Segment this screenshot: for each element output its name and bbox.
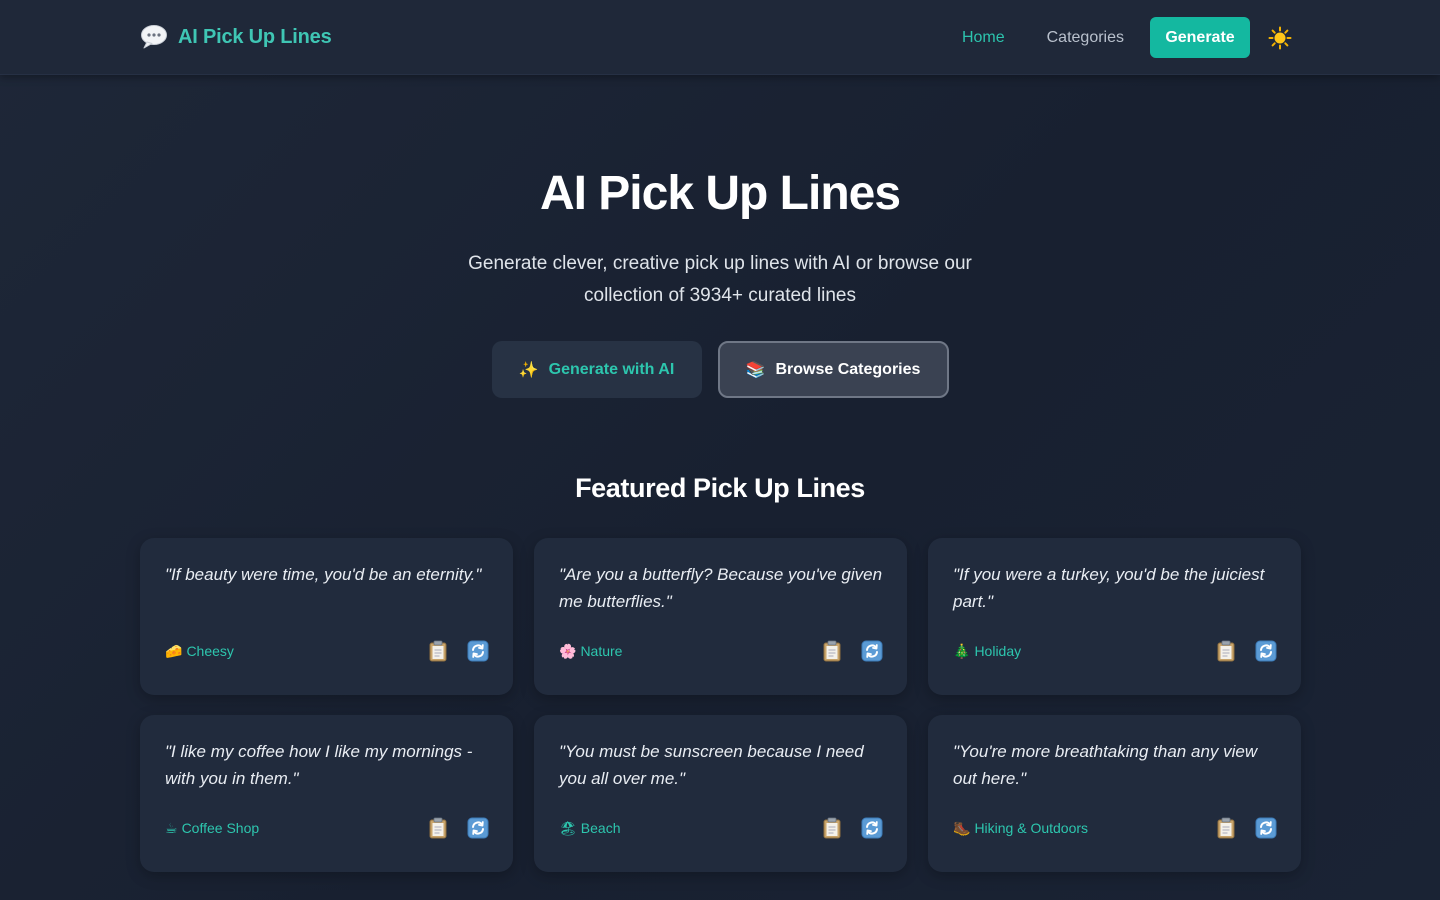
refresh-icon[interactable] [861, 817, 883, 839]
generate-with-ai-label: Generate with AI [548, 360, 675, 378]
clipboard-icon[interactable] [821, 640, 843, 662]
category-icon: 🏖 [559, 819, 577, 836]
category-icon: 🎄 [953, 642, 971, 659]
category-label: Nature [580, 643, 623, 659]
clipboard-icon[interactable] [427, 817, 449, 839]
card-actions [427, 817, 489, 839]
pickup-line-quote: "You must be sunscreen because I need yo… [559, 742, 864, 788]
pickup-line-quote: "If you were a turkey, you'd be the juic… [953, 565, 1265, 611]
card-actions [1215, 817, 1277, 839]
card-footer: 🥾 Hiking & Outdoors [953, 816, 1277, 840]
category-icon: 🧀 [165, 642, 183, 659]
card-footer: 🌸 Nature [559, 639, 883, 663]
category-label: Hiking & Outdoors [974, 820, 1089, 836]
clipboard-icon[interactable] [821, 817, 843, 839]
sun-icon[interactable] [1268, 26, 1292, 50]
card-actions [1215, 640, 1277, 662]
books-icon: 📚 [745, 361, 766, 379]
category-tag[interactable]: 🎄 Holiday [953, 643, 1021, 660]
browse-categories-label: Browse Categories [775, 360, 921, 378]
category-tag[interactable]: ☕ Coffee Shop [165, 820, 259, 837]
card-footer: 🧀 Cheesy [165, 639, 489, 663]
main-nav: Home Categories Generate [962, 17, 1292, 58]
card-footer: 🏖 Beach [559, 816, 883, 840]
nav-generate-button[interactable]: Generate [1150, 17, 1250, 58]
hero-actions: ✨ Generate with AI 📚 Browse Categories [0, 341, 1440, 398]
category-label: Cheesy [186, 643, 234, 659]
refresh-icon[interactable] [467, 640, 489, 662]
card-footer: ☕ Coffee Shop [165, 816, 489, 840]
pickup-line-card: "If you were a turkey, you'd be the juic… [928, 538, 1301, 695]
refresh-icon[interactable] [1255, 817, 1277, 839]
nav-categories-link[interactable]: Categories [1047, 29, 1124, 47]
sparkles-icon: ✨ [518, 361, 539, 379]
card-footer: 🎄 Holiday [953, 639, 1277, 663]
generate-with-ai-button[interactable]: ✨ Generate with AI [491, 341, 702, 398]
card-actions [821, 640, 883, 662]
category-tag[interactable]: 🌸 Nature [559, 643, 622, 660]
pickup-line-quote: "I like my coffee how I like my mornings… [165, 742, 473, 788]
hero-title: AI Pick Up Lines [539, 167, 901, 220]
refresh-icon[interactable] [467, 817, 489, 839]
browse-categories-button[interactable]: 📚 Browse Categories [717, 341, 949, 398]
clipboard-icon[interactable] [427, 640, 449, 662]
brand[interactable]: AI Pick Up Lines [140, 20, 332, 54]
pickup-line-quote: "If beauty were time, you'd be an eterni… [165, 565, 482, 584]
top-navbar: AI Pick Up Lines Home Categories Generat… [0, 0, 1440, 75]
refresh-icon[interactable] [861, 640, 883, 662]
clipboard-icon[interactable] [1215, 817, 1237, 839]
category-icon: 🌸 [559, 642, 577, 659]
category-tag[interactable]: 🥾 Hiking & Outdoors [953, 820, 1088, 837]
hero-subtitle: Generate clever, creative pick up lines … [468, 253, 972, 306]
pickup-line-card: "Are you a butterfly? Because you've giv… [534, 538, 907, 695]
pickup-line-card: "You're more breathtaking than any view … [928, 715, 1301, 872]
card-actions [821, 817, 883, 839]
category-tag[interactable]: 🧀 Cheesy [165, 643, 234, 660]
featured-lines-grid: "If beauty were time, you'd be an eterni… [140, 538, 1301, 872]
category-icon: 🥾 [953, 819, 971, 836]
pickup-line-card: "If beauty were time, you'd be an eterni… [140, 538, 513, 695]
nav-home-link[interactable]: Home [962, 29, 1005, 47]
pickup-line-quote: "You're more breathtaking than any view … [953, 742, 1258, 788]
pickup-line-quote: "Are you a butterfly? Because you've giv… [559, 565, 883, 611]
refresh-icon[interactable] [1255, 640, 1277, 662]
speech-bubble-icon [140, 24, 168, 50]
clipboard-icon[interactable] [1215, 640, 1237, 662]
category-icon: ☕ [165, 819, 178, 836]
pickup-line-card: "I like my coffee how I like my mornings… [140, 715, 513, 872]
category-label: Beach [580, 820, 621, 836]
brand-title: AI Pick Up Lines [178, 25, 332, 48]
featured-title: Featured Pick Up Lines [575, 473, 865, 503]
pickup-line-card: "You must be sunscreen because I need yo… [534, 715, 907, 872]
card-actions [427, 640, 489, 662]
category-label: Holiday [974, 643, 1022, 659]
category-tag[interactable]: 🏖 Beach [559, 820, 620, 837]
category-label: Coffee Shop [181, 820, 260, 836]
